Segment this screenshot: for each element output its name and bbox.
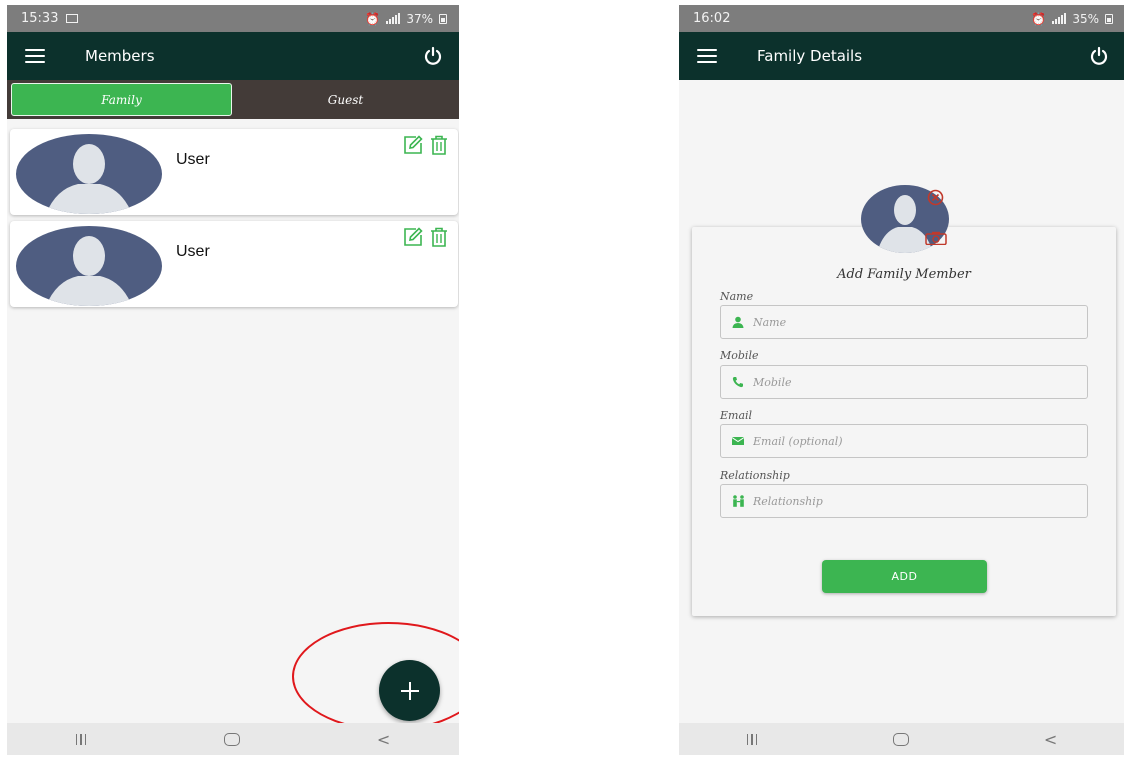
- profile-photo[interactable]: [861, 185, 949, 253]
- edit-icon[interactable]: [401, 225, 424, 248]
- add-button[interactable]: ADD: [822, 560, 987, 593]
- envelope-icon: [731, 434, 745, 448]
- form-title: Add Family Member: [837, 267, 971, 282]
- signal-icon: [386, 13, 401, 24]
- members-screen: 15:33 ⏰ 37% Members Family Guest User Us…: [7, 5, 459, 755]
- menu-icon[interactable]: [697, 49, 717, 63]
- name-label: Name: [720, 290, 754, 303]
- phone-icon: [731, 375, 745, 389]
- menu-icon[interactable]: [25, 49, 45, 63]
- avatar: [16, 226, 162, 306]
- relationship-label: Relationship: [720, 469, 790, 482]
- name-input[interactable]: [753, 315, 1073, 329]
- relationship-field[interactable]: [720, 484, 1088, 518]
- status-time: 16:02: [693, 11, 731, 26]
- status-bar: 15:33 ⏰ 37%: [7, 5, 459, 32]
- trash-icon[interactable]: [427, 225, 450, 248]
- gallery-notification-icon: [66, 14, 79, 23]
- home-icon[interactable]: [223, 732, 240, 746]
- recent-apps-icon[interactable]: [75, 733, 87, 745]
- member-type-tabs: Family Guest: [7, 80, 459, 119]
- avatar: [16, 134, 162, 214]
- battery-icon: [439, 13, 447, 24]
- system-nav-bar: <: [679, 723, 1124, 755]
- remove-photo-icon[interactable]: [927, 189, 944, 206]
- user-silhouette-icon: [46, 144, 132, 214]
- mobile-label: Mobile: [720, 349, 759, 362]
- member-name: User: [176, 151, 210, 168]
- tab-guest[interactable]: Guest: [236, 83, 455, 116]
- signal-icon: [1052, 13, 1067, 24]
- add-family-member-form: Add Family Member Name Mobile Email Rela…: [692, 227, 1116, 616]
- email-label: Email: [720, 409, 753, 422]
- power-icon[interactable]: [1087, 44, 1111, 68]
- plus-icon: [400, 681, 419, 700]
- battery-icon: [1105, 13, 1113, 24]
- person-icon: [731, 315, 745, 329]
- app-bar: Family Details: [679, 32, 1124, 80]
- name-field[interactable]: [720, 305, 1088, 339]
- user-silhouette-icon: [46, 236, 132, 306]
- status-bar: 16:02 ⏰ 35%: [679, 5, 1124, 32]
- home-icon[interactable]: [892, 732, 909, 746]
- email-input[interactable]: [753, 434, 1073, 448]
- page-title: Members: [85, 47, 155, 65]
- family-details-screen: 16:02 ⏰ 35% Family Details Add Family Me…: [679, 5, 1124, 755]
- camera-icon[interactable]: [925, 231, 947, 245]
- alarm-icon: ⏰: [1031, 11, 1047, 26]
- member-name: User: [176, 243, 210, 260]
- page-title: Family Details: [757, 47, 863, 65]
- family-icon: [731, 494, 745, 508]
- email-field[interactable]: [720, 424, 1088, 458]
- mobile-input[interactable]: [753, 375, 1073, 389]
- add-member-button[interactable]: [379, 660, 440, 721]
- power-icon[interactable]: [421, 44, 445, 68]
- battery-percent: 37%: [406, 11, 433, 26]
- system-nav-bar: <: [7, 723, 459, 755]
- back-icon[interactable]: <: [377, 730, 390, 749]
- recent-apps-icon[interactable]: [746, 733, 758, 745]
- member-card[interactable]: User: [10, 129, 458, 215]
- mobile-field[interactable]: [720, 365, 1088, 399]
- alarm-icon: ⏰: [365, 11, 381, 26]
- member-card[interactable]: User: [10, 221, 458, 307]
- trash-icon[interactable]: [427, 133, 450, 156]
- edit-icon[interactable]: [401, 133, 424, 156]
- tab-family[interactable]: Family: [11, 83, 232, 116]
- app-bar: Members: [7, 32, 459, 80]
- back-icon[interactable]: <: [1044, 730, 1057, 749]
- relationship-input[interactable]: [753, 494, 1073, 508]
- battery-percent: 35%: [1072, 11, 1099, 26]
- status-time: 15:33: [21, 11, 59, 26]
